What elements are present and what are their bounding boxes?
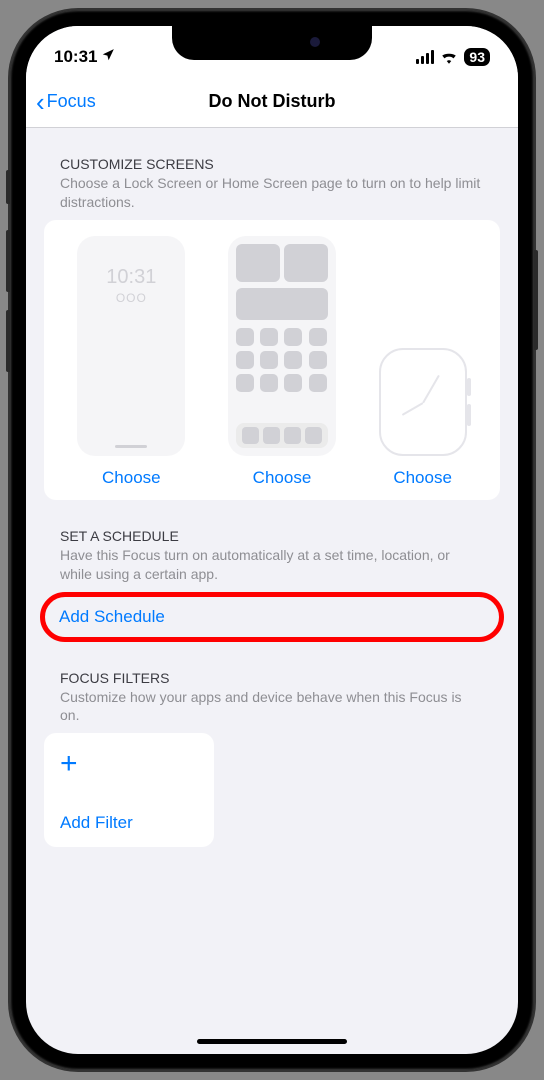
app-icon xyxy=(260,328,278,346)
watch-side-button-icon xyxy=(467,404,471,426)
add-filter-button[interactable]: + Add Filter xyxy=(44,733,214,847)
filters-desc: Customize how your apps and device behav… xyxy=(60,688,484,726)
lock-preview-time: 10:31 xyxy=(106,266,156,289)
app-icon xyxy=(284,427,301,444)
choose-lock-label: Choose xyxy=(102,468,161,488)
watch-face-option[interactable]: Choose xyxy=(379,348,467,488)
app-icon xyxy=(236,374,254,392)
battery-badge: 93 xyxy=(464,48,490,66)
filters-header: FOCUS FILTERS Customize how your apps an… xyxy=(44,670,500,726)
choose-home-label: Choose xyxy=(253,468,312,488)
watch-hand-icon xyxy=(422,375,440,404)
customize-desc: Choose a Lock Screen or Home Screen page… xyxy=(60,174,484,212)
dock-preview xyxy=(236,423,328,448)
app-icon xyxy=(236,351,254,369)
location-icon xyxy=(101,47,115,67)
widget-icon xyxy=(284,244,328,282)
app-icon xyxy=(263,427,280,444)
chevron-left-icon: ‹ xyxy=(36,89,45,115)
home-screen-option[interactable]: Choose xyxy=(228,236,336,488)
cellular-signal-icon xyxy=(416,50,434,64)
app-icon xyxy=(309,328,327,346)
widget-icon xyxy=(236,288,328,320)
customize-screens-card: 10:31 OOO Choose xyxy=(44,220,500,500)
page-title: Do Not Disturb xyxy=(209,91,336,112)
widget-icon xyxy=(236,244,280,282)
home-screen-preview xyxy=(228,236,336,456)
app-icon xyxy=(284,351,302,369)
wifi-icon xyxy=(440,50,458,64)
lock-home-indicator xyxy=(115,445,147,448)
choose-watch-label: Choose xyxy=(393,468,452,488)
navigation-bar: ‹ Focus Do Not Disturb xyxy=(26,76,518,128)
notch xyxy=(172,26,372,60)
customize-header: CUSTOMIZE SCREENS Choose a Lock Screen o… xyxy=(44,156,500,212)
app-icon xyxy=(242,427,259,444)
schedule-desc: Have this Focus turn on automatically at… xyxy=(60,546,484,584)
content-scroll[interactable]: CUSTOMIZE SCREENS Choose a Lock Screen o… xyxy=(26,128,518,1016)
add-schedule-button[interactable]: Add Schedule xyxy=(59,607,485,627)
lock-preview-circles: OOO xyxy=(116,291,147,305)
power-button xyxy=(534,250,538,350)
schedule-title: SET A SCHEDULE xyxy=(60,528,484,544)
filters-title: FOCUS FILTERS xyxy=(60,670,484,686)
app-icon xyxy=(309,374,327,392)
app-icon xyxy=(305,427,322,444)
app-icon xyxy=(284,328,302,346)
mute-switch xyxy=(6,170,10,204)
lock-screen-preview: 10:31 OOO xyxy=(77,236,185,456)
app-icon xyxy=(284,374,302,392)
add-schedule-label: Add Schedule xyxy=(59,607,165,626)
back-button[interactable]: ‹ Focus xyxy=(36,89,96,115)
watch-crown-icon xyxy=(467,378,471,396)
app-icon xyxy=(309,351,327,369)
app-icon xyxy=(260,351,278,369)
watch-preview xyxy=(379,348,467,456)
back-label: Focus xyxy=(47,91,96,112)
customize-title: CUSTOMIZE SCREENS xyxy=(60,156,484,172)
status-time: 10:31 xyxy=(54,47,97,67)
volume-down-button xyxy=(6,310,10,372)
app-icon xyxy=(236,328,254,346)
phone-frame: 10:31 93 ‹ Fo xyxy=(10,10,534,1070)
schedule-header: SET A SCHEDULE Have this Focus turn on a… xyxy=(44,528,500,584)
plus-icon: + xyxy=(60,749,198,779)
volume-up-button xyxy=(6,230,10,292)
app-icon xyxy=(260,374,278,392)
watch-hand-icon xyxy=(401,402,423,416)
highlight-annotation: Add Schedule xyxy=(40,592,504,642)
lock-screen-option[interactable]: 10:31 OOO Choose xyxy=(77,236,185,488)
home-indicator[interactable] xyxy=(197,1039,347,1044)
add-filter-label: Add Filter xyxy=(60,813,198,833)
